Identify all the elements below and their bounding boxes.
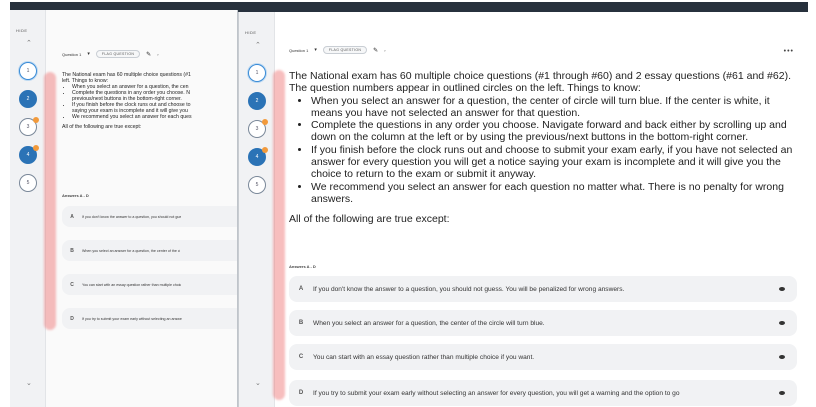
instructions-list: When you select an answer for a question… — [289, 95, 801, 206]
more-options-icon[interactable]: ••• — [784, 48, 794, 55]
flag-marker-icon — [262, 147, 268, 153]
question-intro: The National exam has 60 multiple choice… — [62, 72, 237, 130]
answer-option-a[interactable]: A If you don't know the answer to a ques… — [62, 206, 237, 227]
answers-label: Answers A - D — [62, 193, 89, 198]
eye-icon[interactable] — [779, 391, 785, 395]
left-window: HIDE ⌃ 1 2 3 4 5 ⌄ Question 1 ▾ FLAG QUE… — [10, 10, 238, 407]
left-window-titlebar — [10, 2, 238, 10]
next-arrow-icon[interactable]: › — [384, 48, 385, 53]
question-selector[interactable]: Question 1 — [289, 48, 308, 53]
chevron-down-icon[interactable]: ⌄ — [26, 379, 32, 387]
question-circle-1[interactable]: 1 — [19, 62, 37, 80]
flag-marker-icon — [33, 117, 39, 123]
flag-question-button[interactable]: FLAG QUESTION — [322, 46, 368, 54]
flag-question-button[interactable]: FLAG QUESTION — [95, 50, 141, 58]
question-header: Question 1 ▾ FLAG QUESTION ✎ › — [62, 50, 159, 58]
question-circle-4[interactable]: 4 — [19, 145, 39, 164]
answer-option-d[interactable]: D If you try to submit your exam early w… — [289, 380, 797, 406]
answer-option-c[interactable]: C You can start with an essay question r… — [289, 344, 797, 370]
chevron-down-icon[interactable]: ▾ — [87, 51, 90, 57]
answer-option-b[interactable]: B When you select an answer for a questi… — [62, 240, 237, 261]
answer-option-c[interactable]: C You can start with an essay question r… — [62, 274, 237, 295]
question-nav-rail: HIDE ⌃ 1 2 3 4 5 ⌄ — [239, 12, 275, 407]
chevron-down-icon[interactable]: ⌄ — [255, 379, 261, 387]
question-circle-5[interactable]: 5 — [248, 176, 266, 194]
question-circle-5[interactable]: 5 — [19, 174, 37, 192]
list-item: Complete the questions in any order you … — [311, 119, 801, 144]
question-intro: The National exam has 60 multiple choice… — [289, 70, 801, 226]
eye-icon[interactable] — [779, 321, 785, 325]
red-highlight-mark — [273, 70, 285, 400]
list-item: We recommend you select an answer for ea… — [311, 181, 801, 206]
chevron-up-icon[interactable]: ⌃ — [26, 39, 32, 47]
screenshot-root: HIDE ⌃ 1 2 3 4 5 ⌄ Question 1 ▾ FLAG QUE… — [0, 0, 816, 407]
pencil-icon[interactable]: ✎ — [146, 51, 151, 58]
eye-icon[interactable] — [779, 287, 785, 291]
list-item: When you select an answer for a question… — [311, 95, 801, 120]
right-window-titlebar — [238, 2, 808, 12]
answers-label: Answers A - D — [289, 264, 316, 269]
question-circle-2[interactable]: 2 — [19, 90, 37, 108]
answer-option-a[interactable]: A If you don't know the answer to a ques… — [289, 276, 797, 302]
instructions-list: When you select an answer for a question… — [62, 84, 237, 120]
question-circle-3[interactable]: 3 — [248, 119, 268, 138]
question-circle-1[interactable]: 1 — [248, 64, 266, 82]
list-item: We recommend you select an answer for ea… — [72, 114, 237, 120]
chevron-up-icon[interactable]: ⌃ — [255, 41, 261, 49]
question-prompt: All of the following are true except: — [289, 213, 450, 226]
question-circle-2[interactable]: 2 — [248, 92, 266, 110]
red-highlight-mark — [44, 72, 56, 330]
list-item: If you finish before the clock runs out … — [311, 144, 801, 181]
question-circle-4[interactable]: 4 — [248, 147, 268, 166]
right-window: HIDE ⌃ 1 2 3 4 5 ⌄ Question 1 ▾ FLAG QUE… — [238, 12, 808, 407]
flag-marker-icon — [262, 119, 268, 125]
question-prompt: All of the following are true except: — [62, 124, 142, 130]
question-selector[interactable]: Question 1 — [62, 52, 81, 57]
chevron-down-icon[interactable]: ▾ — [314, 47, 317, 53]
answer-option-d[interactable]: D If you try to submit your exam early w… — [62, 308, 237, 329]
pencil-icon[interactable]: ✎ — [373, 47, 378, 54]
next-arrow-icon[interactable]: › — [157, 52, 158, 57]
question-nav-rail: HIDE ⌃ 1 2 3 4 5 ⌄ — [10, 10, 46, 407]
answer-option-b[interactable]: B When you select an answer for a questi… — [289, 310, 797, 336]
flag-marker-icon — [33, 145, 39, 151]
hide-rail-button[interactable]: HIDE — [245, 30, 257, 35]
eye-icon[interactable] — [779, 355, 785, 359]
question-header: Question 1 ▾ FLAG QUESTION ✎ › — [289, 46, 386, 54]
hide-rail-button[interactable]: HIDE — [16, 28, 28, 33]
question-circle-3[interactable]: 3 — [19, 117, 39, 136]
